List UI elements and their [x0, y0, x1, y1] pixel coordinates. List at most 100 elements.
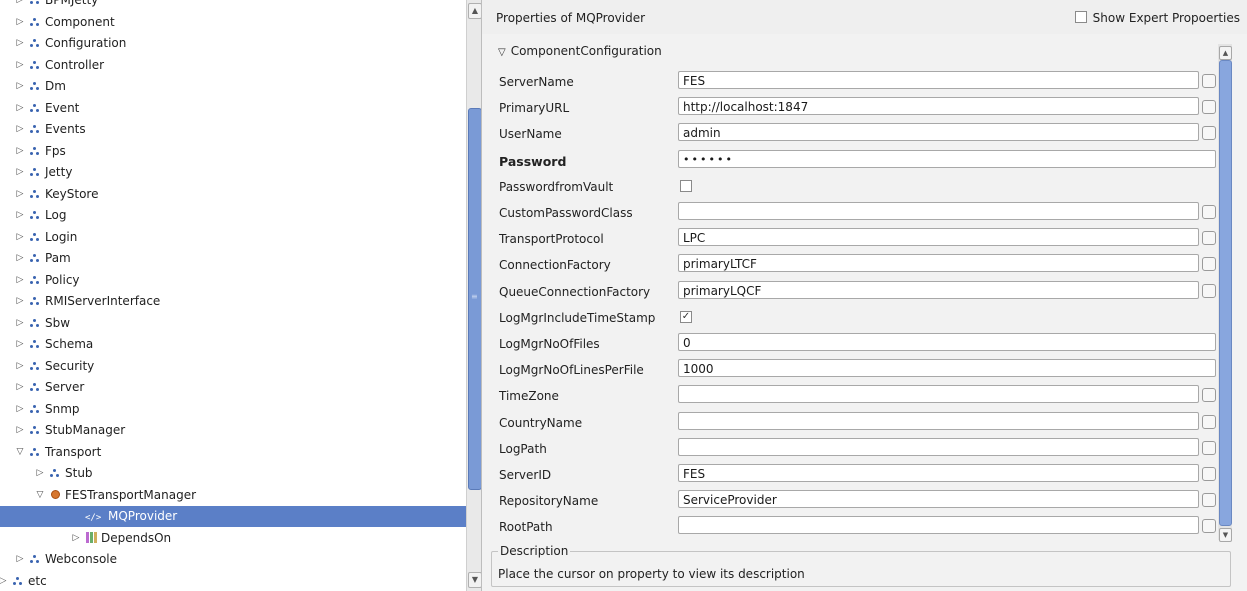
section-toggle[interactable]: ▽ ComponentConfiguration [498, 44, 662, 58]
tree-item[interactable]: ▷ Security [0, 356, 466, 377]
property-value-field[interactable]: primaryLTCF [678, 254, 1199, 273]
property-value-field[interactable]: FES [678, 71, 1199, 89]
scroll-up-button[interactable]: ▲ [1219, 46, 1232, 60]
tree-item[interactable]: ▷ DependsOn [0, 528, 466, 549]
expand-arrow-icon[interactable]: ▷ [15, 313, 25, 334]
tree-item[interactable]: ▽ FESTransportManager [0, 485, 466, 506]
expand-arrow-icon[interactable]: ▷ [15, 33, 25, 54]
property-checkbox[interactable] [680, 179, 692, 192]
expand-arrow-icon[interactable]: ▷ [15, 291, 25, 312]
tree-item[interactable]: ▷ StubManager [0, 420, 466, 441]
tree-item[interactable]: ▷ Controller [0, 55, 466, 76]
tree-item[interactable]: ▷ Stub [0, 463, 466, 484]
tree-item[interactable]: ▷ KeyStore [0, 184, 466, 205]
tree-item[interactable]: ▽ Transport [0, 442, 466, 463]
expand-arrow-icon[interactable]: ▷ [15, 98, 25, 119]
property-value-field[interactable]: LPC [678, 228, 1199, 247]
expand-arrow-icon[interactable]: ▷ [15, 162, 25, 183]
property-label: PrimaryURL [499, 101, 570, 116]
edit-value-button[interactable] [1202, 414, 1216, 429]
edit-value-button[interactable] [1202, 283, 1216, 298]
edit-value-button[interactable] [1202, 519, 1216, 534]
expand-arrow-icon[interactable]: ▷ [15, 420, 25, 441]
property-value-field[interactable]: admin [678, 123, 1199, 142]
edit-value-button[interactable] [1202, 467, 1216, 481]
property-value-field[interactable]: FES [678, 464, 1199, 482]
property-row: QueueConnectionFactory primaryLQCF [482, 279, 1247, 305]
property-row: UserName admin [482, 121, 1247, 147]
tree-item[interactable]: ▷ Login [0, 227, 466, 248]
tree-item[interactable]: </> MQProvider [0, 506, 466, 527]
tree-item[interactable]: ▷ Fps [0, 141, 466, 162]
tree-item[interactable]: ▷ Sbw [0, 313, 466, 334]
expand-arrow-icon[interactable]: ▷ [15, 205, 25, 226]
expand-arrow-icon[interactable]: ▷ [15, 334, 25, 355]
expand-arrow-icon[interactable]: ▷ [0, 571, 8, 591]
expand-arrow-icon[interactable]: ▷ [15, 184, 25, 205]
edit-value-button[interactable] [1202, 126, 1216, 141]
scroll-up-button[interactable]: ▲ [468, 3, 482, 19]
tree-item[interactable]: ▷ Jetty [0, 162, 466, 183]
properties-scrollbar[interactable]: ▲ ▼ [1218, 44, 1232, 542]
tree-item-label: Schema [45, 337, 94, 351]
expand-arrow-icon[interactable]: ▷ [15, 377, 25, 398]
property-value-field[interactable] [678, 516, 1199, 535]
expand-arrow-icon[interactable]: ▷ [15, 119, 25, 140]
tree-item[interactable]: ▷ RMIServerInterface [0, 291, 466, 312]
expand-arrow-icon[interactable]: ▷ [71, 528, 81, 549]
tree-item[interactable]: ▷ Webconsole [0, 549, 466, 570]
checkbox-icon[interactable] [1074, 11, 1087, 23]
expand-arrow-icon[interactable]: ▷ [15, 55, 25, 76]
collapse-arrow-icon[interactable]: ▽ [15, 442, 25, 463]
expand-arrow-icon[interactable]: ▷ [15, 270, 25, 291]
property-value-field[interactable] [678, 385, 1199, 404]
property-value-field[interactable] [678, 202, 1199, 220]
edit-value-button[interactable] [1202, 440, 1216, 455]
tree-item[interactable]: ▷ Component [0, 12, 466, 33]
property-value-field[interactable]: primaryLQCF [678, 280, 1199, 299]
property-value-field[interactable] [678, 411, 1199, 430]
tree-item[interactable]: ▷ Snmp [0, 399, 466, 420]
property-checkbox[interactable]: ✓ [680, 310, 692, 323]
scroll-down-button[interactable]: ▼ [468, 572, 482, 588]
tree-item[interactable]: ▷ Pam [0, 248, 466, 269]
property-value-field[interactable]: http://localhost:1847 [678, 97, 1199, 116]
scroll-thumb[interactable] [1219, 60, 1232, 526]
property-value-field[interactable]: 1000 [678, 359, 1216, 378]
expand-arrow-icon[interactable]: ▷ [15, 356, 25, 377]
tree-item[interactable]: ▷ Dm [0, 76, 466, 97]
property-value-field[interactable]: •••••• [678, 149, 1216, 168]
expand-arrow-icon[interactable]: ▷ [15, 141, 25, 162]
expand-arrow-icon[interactable]: ▷ [15, 0, 25, 11]
expand-arrow-icon[interactable]: ▷ [15, 227, 25, 248]
collapse-arrow-icon[interactable]: ▽ [35, 485, 45, 506]
show-expert-properties-checkbox[interactable]: Show Expert Propoerties [1074, 11, 1240, 25]
expand-arrow-icon[interactable]: ▷ [15, 76, 25, 97]
edit-value-button[interactable] [1202, 205, 1216, 219]
tree-item[interactable]: ▷ Configuration [0, 33, 466, 54]
expand-arrow-icon[interactable]: ▷ [35, 463, 45, 484]
tree-scrollbar[interactable]: ▲ ≡ ▼ [466, 0, 482, 591]
property-value-field[interactable]: ServiceProvider [678, 490, 1199, 509]
edit-value-button[interactable] [1202, 257, 1216, 272]
edit-value-button[interactable] [1202, 388, 1216, 403]
expand-arrow-icon[interactable]: ▷ [15, 549, 25, 570]
tree-item[interactable]: ▷ etc [0, 571, 466, 591]
edit-value-button[interactable] [1202, 74, 1216, 88]
edit-value-button[interactable] [1202, 493, 1216, 508]
tree-item[interactable]: ▷ Events [0, 119, 466, 140]
scroll-down-button[interactable]: ▼ [1219, 528, 1232, 542]
expand-arrow-icon[interactable]: ▷ [15, 248, 25, 269]
edit-value-button[interactable] [1202, 100, 1216, 115]
tree-item[interactable]: ▷ Log [0, 205, 466, 226]
tree-item[interactable]: ▷ Schema [0, 334, 466, 355]
tree-item[interactable]: ▷ BPMJetty [0, 0, 466, 11]
tree-item[interactable]: ▷ Server [0, 377, 466, 398]
expand-arrow-icon[interactable]: ▷ [15, 399, 25, 420]
property-value-field[interactable]: 0 [678, 333, 1216, 351]
property-value-field[interactable] [678, 437, 1199, 456]
edit-value-button[interactable] [1202, 231, 1216, 246]
tree-item[interactable]: ▷ Event [0, 98, 466, 119]
expand-arrow-icon[interactable]: ▷ [15, 12, 25, 33]
tree-item[interactable]: ▷ Policy [0, 270, 466, 291]
